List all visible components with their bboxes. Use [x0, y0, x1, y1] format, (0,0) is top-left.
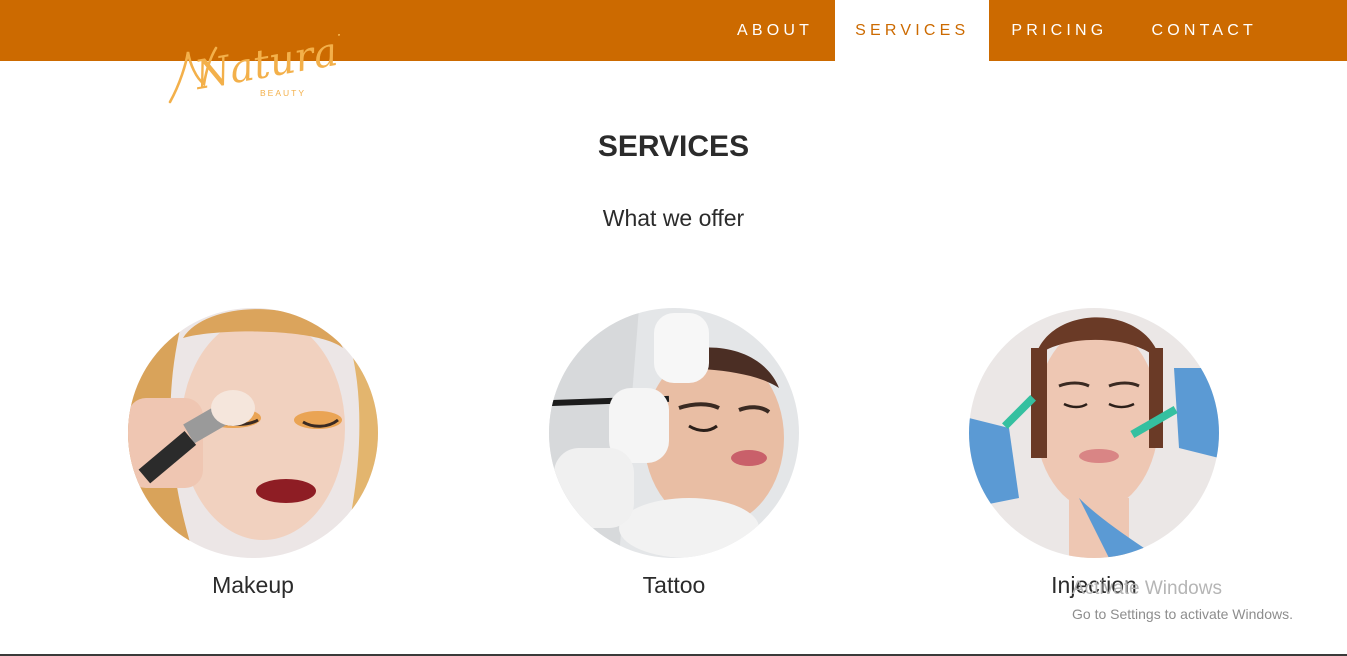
service-card-injection[interactable]: Injection [969, 308, 1219, 599]
os-activation-watermark: Activate Windows Go to Settings to activ… [1072, 578, 1293, 622]
page-subtitle: What we offer [602, 205, 745, 231]
tattoo-photo [549, 308, 799, 558]
page-title: SERVICES [597, 130, 750, 163]
brand-logo[interactable]: Natural BEAUTY [160, 27, 354, 110]
watermark-subtitle: Go to Settings to activate Windows. [1072, 606, 1293, 622]
nav-item-contact[interactable]: CONTACT [1129, 0, 1279, 61]
service-card-tattoo[interactable]: Tattoo [549, 308, 799, 599]
makeup-photo [128, 308, 378, 558]
main-nav: ABOUT SERVICES PRICING CONTACT [715, 0, 1279, 61]
service-label-tattoo: Tattoo [642, 572, 706, 598]
nav-item-services[interactable]: SERVICES [835, 0, 990, 61]
nav-item-about[interactable]: ABOUT [715, 0, 835, 61]
watermark-title: Activate Windows [1072, 578, 1222, 599]
nav-item-pricing[interactable]: PRICING [989, 0, 1129, 61]
service-label-makeup: Makeup [212, 572, 294, 598]
svg-text:BEAUTY: BEAUTY [260, 88, 306, 98]
service-card-makeup[interactable]: Makeup [128, 308, 378, 599]
injection-photo [969, 308, 1219, 558]
